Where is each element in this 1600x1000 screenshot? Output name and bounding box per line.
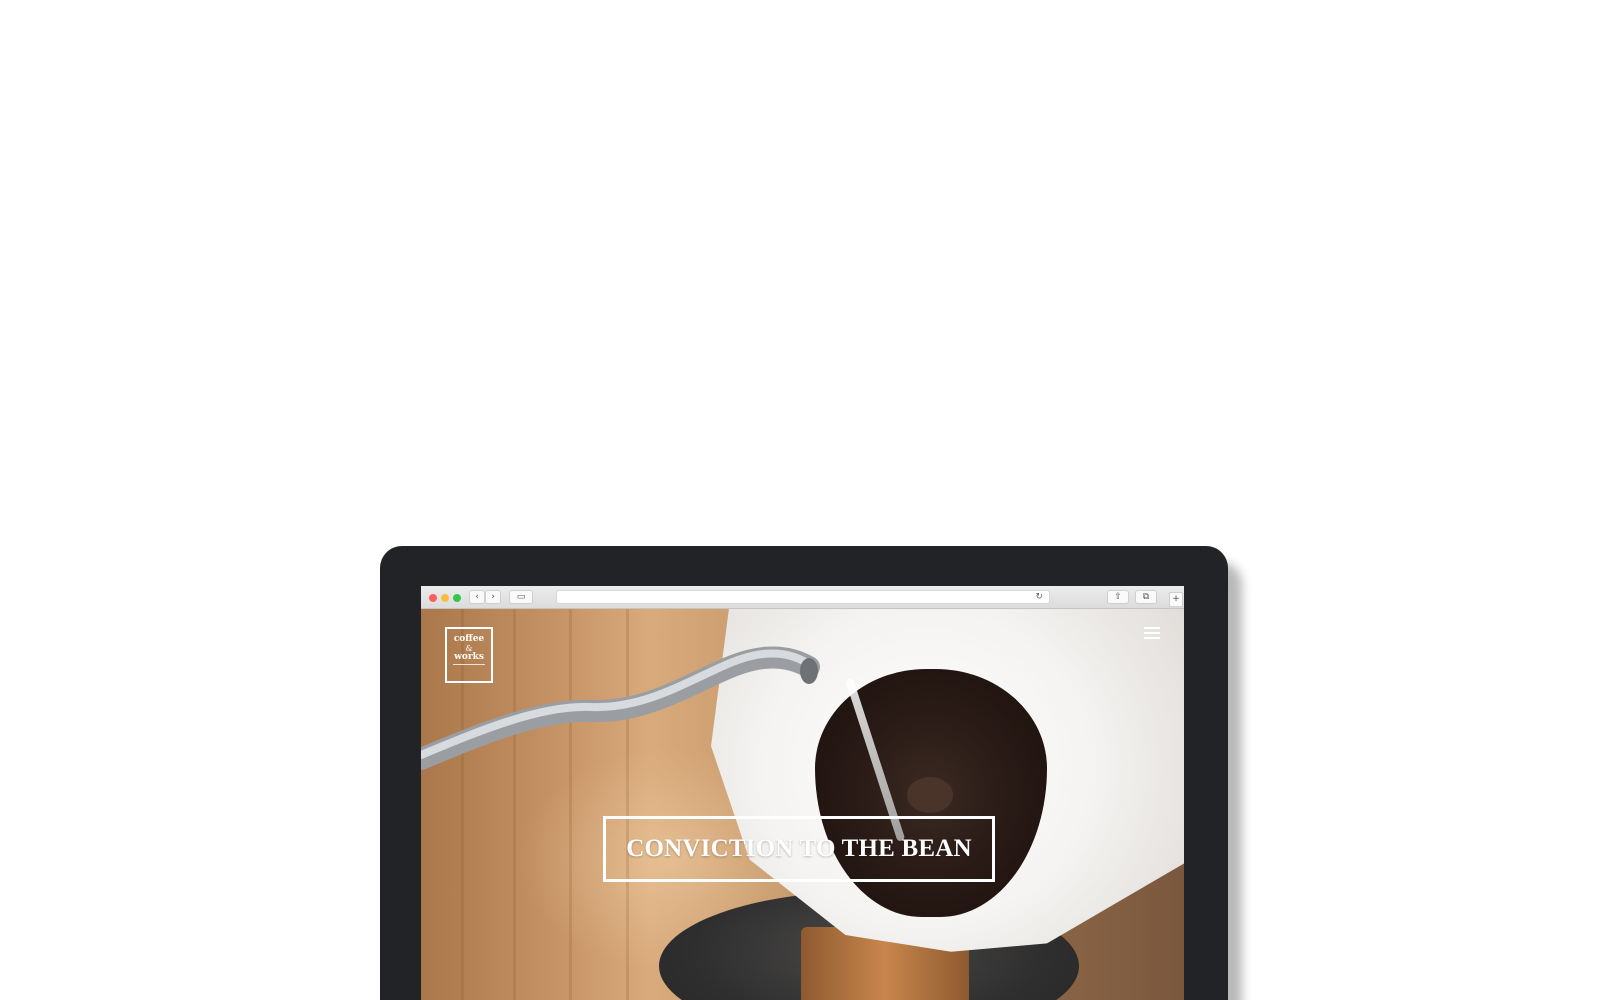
address-bar[interactable]: ↻ bbox=[556, 590, 1050, 604]
hamburger-menu-icon[interactable] bbox=[1144, 627, 1160, 641]
logo-word-coffee: coffee bbox=[453, 634, 485, 644]
browser-window: ‹ › ▭ ↻ ⇧ ⧉ + coffee & works CONVICTION … bbox=[421, 586, 1184, 1000]
plus-icon: + bbox=[1172, 594, 1180, 604]
hero-section: coffee & works CONVICTION TO THE BEAN bbox=[421, 609, 1184, 1000]
menu-bar bbox=[1144, 632, 1160, 634]
browser-toolbar: ‹ › ▭ ↻ ⇧ ⧉ + bbox=[421, 586, 1184, 609]
sidebar-icon: ▭ bbox=[516, 592, 526, 602]
share-button[interactable]: ⇧ bbox=[1107, 590, 1129, 604]
zoom-window-button[interactable] bbox=[453, 594, 461, 602]
tabs-icon: ⧉ bbox=[1142, 592, 1150, 602]
hero-headline-frame: CONVICTION TO THE BEAN bbox=[603, 816, 995, 882]
logo-word-works: works bbox=[454, 652, 484, 662]
stage: ‹ › ▭ ↻ ⇧ ⧉ + coffee & works CONVICTION … bbox=[0, 0, 1600, 1000]
reload-icon[interactable]: ↻ bbox=[1035, 592, 1043, 602]
site-logo[interactable]: coffee & works bbox=[445, 627, 493, 683]
show-tabs-button[interactable]: ⧉ bbox=[1135, 590, 1157, 604]
forward-button[interactable]: › bbox=[485, 590, 501, 604]
hero-headline: CONVICTION TO THE BEAN bbox=[626, 835, 972, 862]
coffee-bloom-image bbox=[907, 777, 953, 813]
laptop-device: ‹ › ▭ ↻ ⇧ ⧉ + coffee & works CONVICTION … bbox=[380, 546, 1228, 1000]
menu-bar bbox=[1144, 637, 1160, 639]
new-tab-button[interactable]: + bbox=[1169, 592, 1183, 607]
close-window-button[interactable] bbox=[429, 594, 437, 602]
chevron-left-icon: ‹ bbox=[475, 592, 479, 602]
menu-bar bbox=[1144, 627, 1160, 629]
minimize-window-button[interactable] bbox=[441, 594, 449, 602]
back-button[interactable]: ‹ bbox=[469, 590, 485, 604]
chevron-right-icon: › bbox=[491, 592, 495, 602]
logo-tagline-rule bbox=[453, 664, 485, 665]
sidebar-toggle-button[interactable]: ▭ bbox=[509, 590, 533, 604]
share-icon: ⇧ bbox=[1114, 592, 1122, 602]
